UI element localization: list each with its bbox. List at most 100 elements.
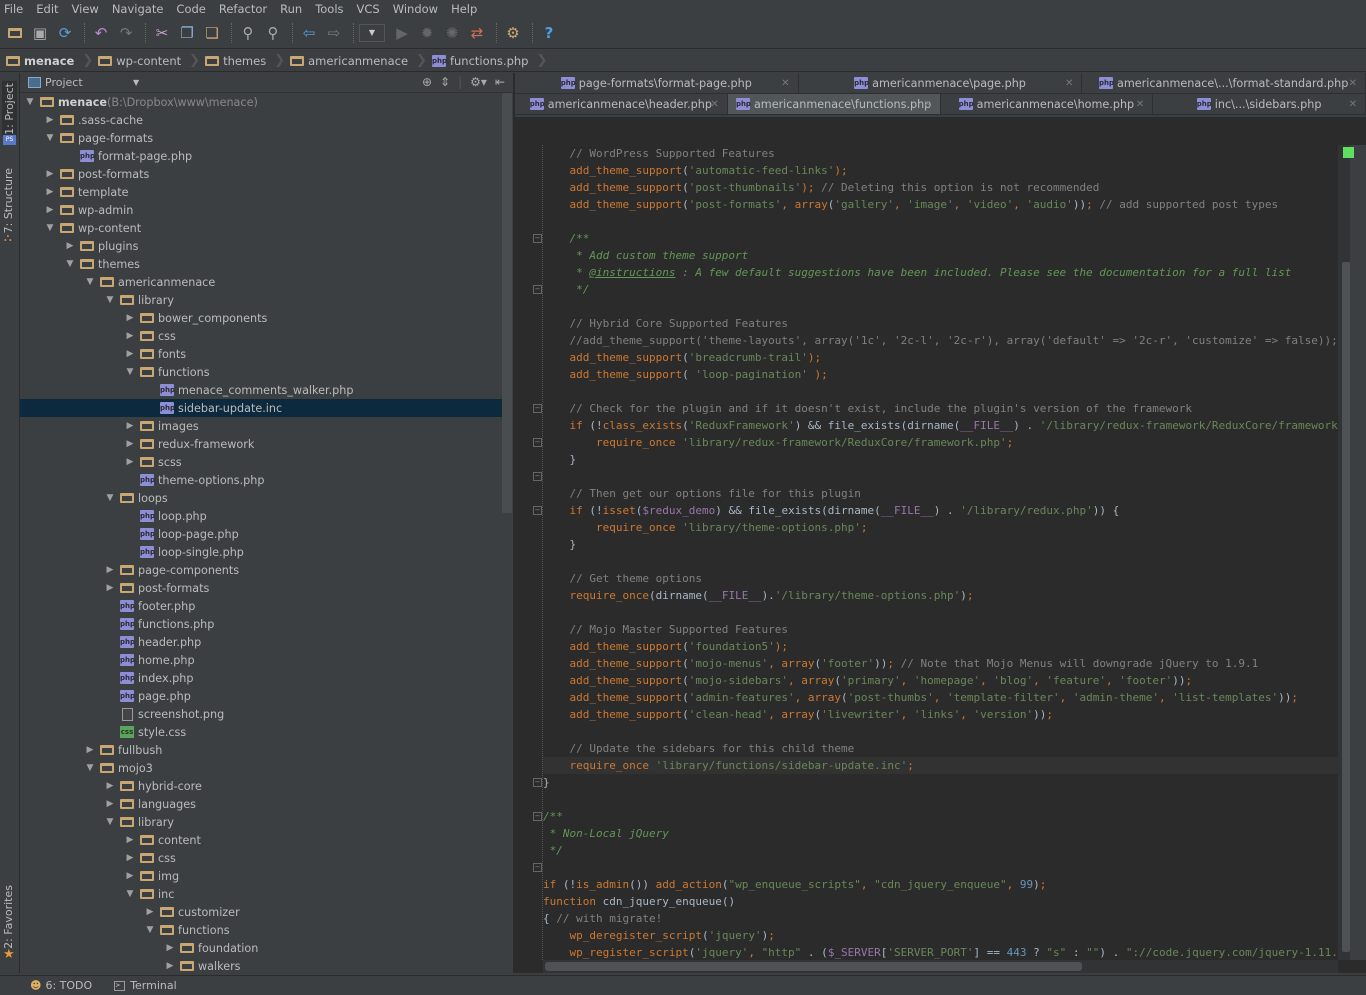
paste-icon[interactable]: ❏ (201, 22, 223, 44)
collapsed-arrow-icon[interactable]: ▶ (40, 187, 60, 197)
tree-item[interactable]: php footer.php (20, 597, 502, 615)
collapsed-arrow-icon[interactable]: ▶ (120, 313, 140, 323)
fold-marker-icon[interactable]: − (533, 438, 542, 447)
fold-marker-icon[interactable]: − (533, 812, 542, 821)
tree-item[interactable]: ▶ scss (20, 453, 502, 471)
collapsed-arrow-icon[interactable]: ▶ (60, 241, 80, 251)
fold-marker-icon[interactable]: − (533, 472, 542, 481)
debug-icon[interactable]: ✹ (416, 22, 438, 44)
menu-code[interactable]: Code (176, 2, 205, 16)
tree-item[interactable]: ▶ redux-framework (20, 435, 502, 453)
expanded-arrow-icon[interactable]: ▼ (100, 493, 120, 503)
find-icon[interactable]: ⚲ (237, 22, 259, 44)
undo-icon[interactable]: ↶ (90, 22, 112, 44)
fold-marker-icon[interactable]: − (533, 863, 542, 872)
sync-icon[interactable]: ⟳ (54, 22, 76, 44)
collapsed-arrow-icon[interactable]: ▶ (120, 835, 140, 845)
terminal-tab[interactable]: > Terminal (114, 979, 177, 992)
tree-item[interactable]: php theme-options.php (20, 471, 502, 489)
collapsed-arrow-icon[interactable]: ▶ (40, 169, 60, 179)
help-icon[interactable]: ? (538, 22, 560, 44)
tree-item[interactable]: ▶ walkers (20, 957, 502, 975)
tree-item[interactable]: ▼ functions (20, 921, 502, 939)
collapsed-arrow-icon[interactable]: ▶ (120, 349, 140, 359)
menu-navigate[interactable]: Navigate (112, 2, 164, 16)
gear-icon[interactable]: ⚙▾ (470, 75, 487, 89)
tree-item[interactable]: ▼ americanmenace (20, 273, 502, 291)
scroll-from-source-icon[interactable]: ⊕ (422, 75, 432, 89)
expanded-arrow-icon[interactable]: ▼ (100, 817, 120, 827)
collapsed-arrow-icon[interactable]: ▶ (40, 115, 60, 125)
expanded-arrow-icon[interactable]: ▼ (80, 277, 100, 287)
fold-marker-icon[interactable]: − (533, 404, 542, 413)
todo-tab[interactable]: ☻ 6: TODO (30, 979, 92, 992)
tree-item[interactable]: ▶ wp-admin (20, 201, 502, 219)
tree-item[interactable]: ▶ .sass-cache (20, 111, 502, 129)
editor-tab[interactable]: php americanmenace\...\format-standard.ph… (1082, 73, 1366, 93)
menu-file[interactable]: File (4, 2, 23, 16)
run-icon[interactable]: ▶ (391, 22, 413, 44)
menu-view[interactable]: View (72, 2, 99, 16)
editor-scroll-thumb[interactable] (1342, 262, 1350, 952)
close-tab-icon[interactable]: ✕ (1349, 99, 1357, 110)
tree-item[interactable]: php loop.php (20, 507, 502, 525)
collapsed-arrow-icon[interactable]: ▶ (100, 781, 120, 791)
tree-item[interactable]: ▶ content (20, 831, 502, 849)
tree-item[interactable]: ▶ css (20, 327, 502, 345)
coverage-icon[interactable]: ✺ (441, 22, 463, 44)
collapsed-arrow-icon[interactable]: ▶ (100, 799, 120, 809)
tree-item[interactable]: ▶ hybrid-core (20, 777, 502, 795)
tree-item[interactable]: ▶ template (20, 183, 502, 201)
collapsed-arrow-icon[interactable]: ▶ (160, 943, 180, 953)
tree-item[interactable]: ▼ library (20, 291, 502, 309)
expanded-arrow-icon[interactable]: ▼ (120, 367, 140, 377)
menu-window[interactable]: Window (393, 2, 438, 16)
run-config-dropdown[interactable]: ▼ (359, 23, 385, 42)
tab-structure[interactable]: 7: Structure (2, 168, 15, 233)
breadcrumb-item[interactable]: php functions.php (431, 54, 528, 68)
close-tab-icon[interactable]: ✕ (1065, 78, 1073, 89)
collapsed-arrow-icon[interactable]: ▶ (40, 205, 60, 215)
collapsed-arrow-icon[interactable]: ▶ (120, 439, 140, 449)
tree-item[interactable]: ▶ bower_components (20, 309, 502, 327)
hide-panel-icon[interactable]: ⇤ (495, 75, 505, 89)
menu-edit[interactable]: Edit (36, 2, 58, 16)
collapsed-arrow-icon[interactable]: ▶ (100, 565, 120, 575)
collapsed-arrow-icon[interactable]: ▶ (120, 331, 140, 341)
tree-item[interactable]: php menace_comments_walker.php (20, 381, 502, 399)
close-tab-icon[interactable]: ✕ (923, 99, 931, 110)
expanded-arrow-icon[interactable]: ▼ (40, 223, 60, 233)
vcs-icon[interactable]: ⇄ (466, 22, 488, 44)
collapsed-arrow-icon[interactable]: ▶ (120, 871, 140, 881)
settings-icon[interactable]: ⚙ (502, 22, 524, 44)
project-view-selector[interactable]: Project (45, 76, 133, 89)
menu-refactor[interactable]: Refactor (219, 2, 267, 16)
tree-item[interactable]: ▶ post-formats (20, 165, 502, 183)
cut-icon[interactable]: ✂ (151, 22, 173, 44)
collapse-all-icon[interactable]: ⇕ (440, 75, 450, 89)
open-folder-icon[interactable] (4, 22, 26, 44)
tree-item[interactable]: ▼ menace (B:\Dropbox\www\menace) (20, 93, 502, 111)
collapsed-arrow-icon[interactable]: ▶ (160, 961, 180, 971)
close-tab-icon[interactable]: ✕ (710, 99, 718, 110)
expanded-arrow-icon[interactable]: ▼ (80, 763, 100, 773)
expanded-arrow-icon[interactable]: ▼ (120, 889, 140, 899)
tree-item[interactable]: php home.php (20, 651, 502, 669)
replace-icon[interactable]: ⚲ (262, 22, 284, 44)
expanded-arrow-icon[interactable]: ▼ (20, 97, 40, 107)
tree-item[interactable]: ▶ img (20, 867, 502, 885)
expanded-arrow-icon[interactable]: ▼ (40, 133, 60, 143)
tree-item[interactable]: ▶ post-formats (20, 579, 502, 597)
tree-item[interactable]: php page.php (20, 687, 502, 705)
redo-icon[interactable]: ↷ (115, 22, 137, 44)
close-tab-icon[interactable]: ✕ (1349, 78, 1357, 89)
collapsed-arrow-icon[interactable]: ▶ (120, 421, 140, 431)
forward-icon[interactable]: ⇨ (323, 22, 345, 44)
expanded-arrow-icon[interactable]: ▼ (140, 925, 160, 935)
collapsed-arrow-icon[interactable]: ▶ (140, 907, 160, 917)
tree-item[interactable]: ▼ inc (20, 885, 502, 903)
tree-item[interactable]: ▼ loops (20, 489, 502, 507)
breadcrumb-item[interactable]: wp-content (98, 54, 181, 68)
tree-item[interactable]: ▶ languages (20, 795, 502, 813)
tree-item[interactable]: ▶ fonts (20, 345, 502, 363)
